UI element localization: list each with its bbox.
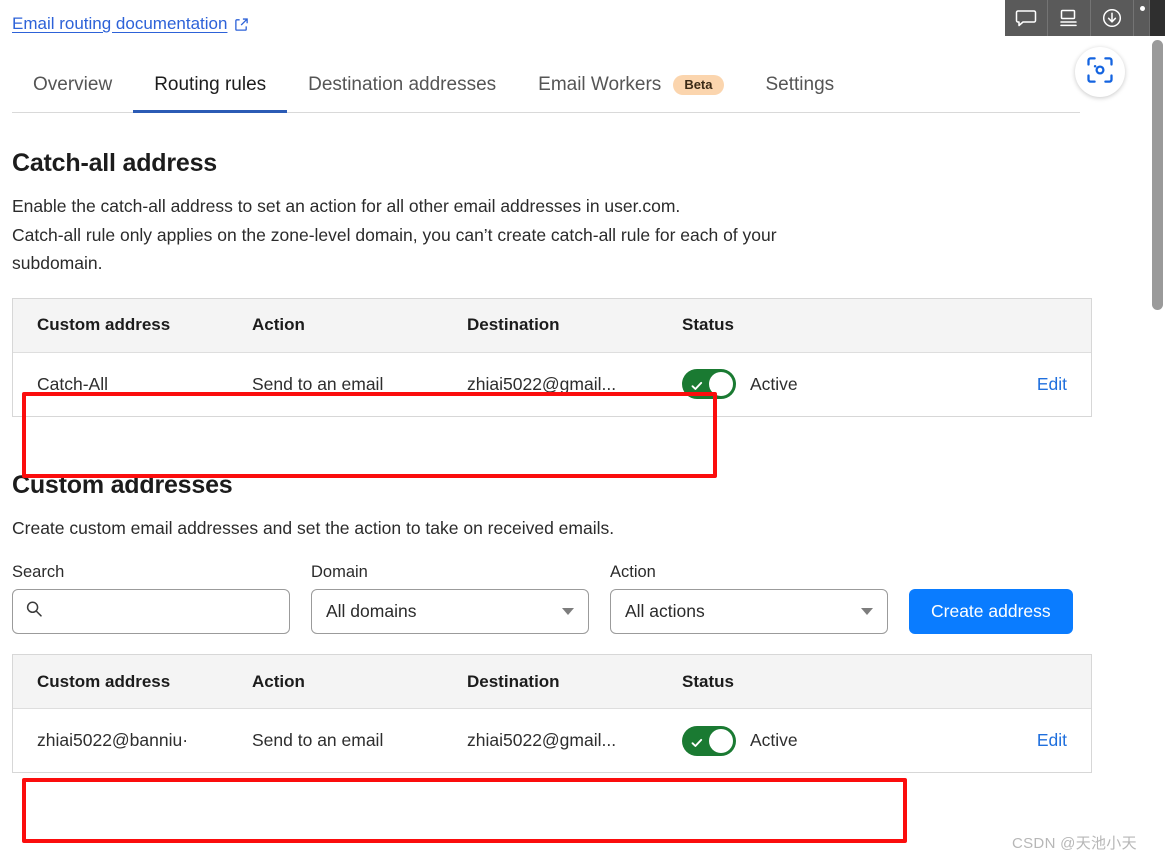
- table-row: Catch-All Send to an email zhiai5022@gma…: [13, 352, 1091, 416]
- email-routing-documentation-link[interactable]: Email routing documentation: [12, 14, 249, 34]
- catch-all-table: Custom address Action Destination Status…: [12, 297, 1092, 417]
- cell-custom-address: Catch-All: [37, 373, 108, 394]
- content-column: Email routing documentation Overview Rou…: [0, 0, 1130, 774]
- download-icon[interactable]: [1091, 0, 1134, 36]
- edit-link[interactable]: Edit: [1037, 730, 1067, 750]
- status-toggle[interactable]: [682, 725, 736, 756]
- search-icon: [25, 600, 43, 623]
- toolbar-edge: [1149, 0, 1165, 36]
- table-row: zhiai5022@banniu· Send to an email zhiai…: [13, 709, 1091, 773]
- external-link-icon: [234, 17, 249, 32]
- tab-settings-label: Settings: [765, 74, 835, 95]
- catch-all-description: Enable the catch-all address to set an a…: [12, 192, 1047, 278]
- tab-destination-addresses-label: Destination addresses: [308, 74, 497, 95]
- tab-email-workers-label: Email Workers: [538, 74, 662, 95]
- screenshot-capture-button[interactable]: [1075, 47, 1125, 97]
- domain-field: Domain All domains: [311, 563, 589, 635]
- watermark: CSDN @天池小天: [1012, 835, 1137, 852]
- search-label: Search: [12, 563, 65, 582]
- custom-addresses-table: Custom address Action Destination Status…: [12, 654, 1092, 774]
- status-label: Active: [750, 373, 798, 394]
- header-destination: Destination: [467, 315, 560, 335]
- comment-icon[interactable]: [1005, 0, 1048, 36]
- cell-action: Send to an email: [252, 730, 384, 751]
- check-icon: [690, 377, 704, 398]
- custom-addresses-description: Create custom email addresses and set th…: [12, 517, 615, 538]
- tab-overview-label: Overview: [33, 74, 113, 95]
- search-field: Search: [12, 563, 290, 635]
- cell-custom-address: zhiai5022@banniu·: [37, 730, 189, 751]
- header-status: Status: [682, 671, 734, 691]
- catch-all-desc-line-1: Enable the catch-all address to set an a…: [12, 196, 681, 216]
- tab-routing-rules[interactable]: Routing rules: [133, 70, 288, 113]
- tab-routing-rules-label: Routing rules: [154, 74, 267, 95]
- doc-link-row: Email routing documentation: [12, 0, 1118, 34]
- action-select[interactable]: All actions: [610, 589, 888, 635]
- catch-all-section: Catch-all address Enable the catch-all a…: [12, 149, 1118, 417]
- cell-status: Active: [682, 369, 1012, 400]
- domain-select-value: All domains: [326, 601, 417, 622]
- header-status: Status: [682, 315, 734, 335]
- cell-destination: zhiai5022@gmail...: [467, 373, 617, 394]
- doc-link-label: Email routing documentation: [12, 14, 228, 33]
- screen-icon[interactable]: [1048, 0, 1091, 36]
- header-action: Action: [252, 315, 305, 335]
- scrollbar-thumb[interactable]: [1152, 40, 1163, 310]
- status-toggle[interactable]: [682, 369, 736, 400]
- catch-all-desc-line-3: subdomain.: [12, 253, 103, 274]
- search-box[interactable]: [12, 589, 290, 635]
- catch-all-table-header: Custom address Action Destination Status: [13, 298, 1091, 353]
- filters-row: Search Domain All domains Action All act…: [12, 563, 1118, 635]
- beta-badge: Beta: [673, 74, 724, 96]
- header-custom-address: Custom address: [37, 315, 171, 335]
- screenshot-capture-icon: [1085, 55, 1115, 90]
- chevron-down-icon: [562, 608, 574, 616]
- create-address-button[interactable]: Create address: [909, 589, 1073, 635]
- email-routing-page: Email routing documentation Overview Rou…: [0, 0, 1165, 859]
- domain-select[interactable]: All domains: [311, 589, 589, 635]
- action-field: Action All actions: [610, 563, 888, 635]
- custom-addresses-section: Custom addresses Create custom email add…: [12, 471, 1118, 774]
- custom-addresses-title: Custom addresses: [12, 470, 233, 499]
- edit-link[interactable]: Edit: [1037, 374, 1067, 394]
- page-scrollbar[interactable]: [1150, 36, 1165, 859]
- more-dot-icon: [1140, 6, 1145, 11]
- action-select-value: All actions: [625, 601, 705, 622]
- status-label: Active: [750, 730, 798, 751]
- cell-destination: zhiai5022@gmail...: [467, 730, 617, 751]
- cell-status: Active: [682, 725, 1012, 756]
- custom-addresses-table-header: Custom address Action Destination Status: [13, 655, 1091, 710]
- search-input[interactable]: [52, 600, 277, 623]
- tab-settings[interactable]: Settings: [745, 70, 856, 112]
- tab-destination-addresses[interactable]: Destination addresses: [287, 70, 517, 112]
- browser-toolbar: [1005, 0, 1165, 36]
- toolbar-overflow[interactable]: [1134, 0, 1165, 36]
- header-destination: Destination: [467, 671, 560, 691]
- action-label: Action: [610, 563, 656, 582]
- routing-tabs: Overview Routing rules Destination addre…: [12, 70, 1080, 113]
- tab-overview[interactable]: Overview: [12, 70, 133, 112]
- cell-edit: Edit: [1012, 730, 1067, 751]
- header-action: Action: [252, 671, 305, 691]
- domain-label: Domain: [311, 563, 368, 582]
- cell-action: Send to an email: [252, 373, 384, 394]
- toggle-knob: [709, 728, 733, 753]
- header-custom-address: Custom address: [37, 671, 171, 691]
- cell-edit: Edit: [1012, 374, 1067, 395]
- custom-address-row-highlight: [22, 778, 907, 843]
- check-icon: [690, 734, 704, 755]
- catch-all-title: Catch-all address: [12, 149, 218, 177]
- catch-all-desc-line-2: Catch-all rule only applies on the zone-…: [12, 224, 777, 245]
- tab-email-workers[interactable]: Email Workers Beta: [517, 70, 744, 112]
- chevron-down-icon: [861, 608, 873, 616]
- toggle-knob: [709, 372, 733, 397]
